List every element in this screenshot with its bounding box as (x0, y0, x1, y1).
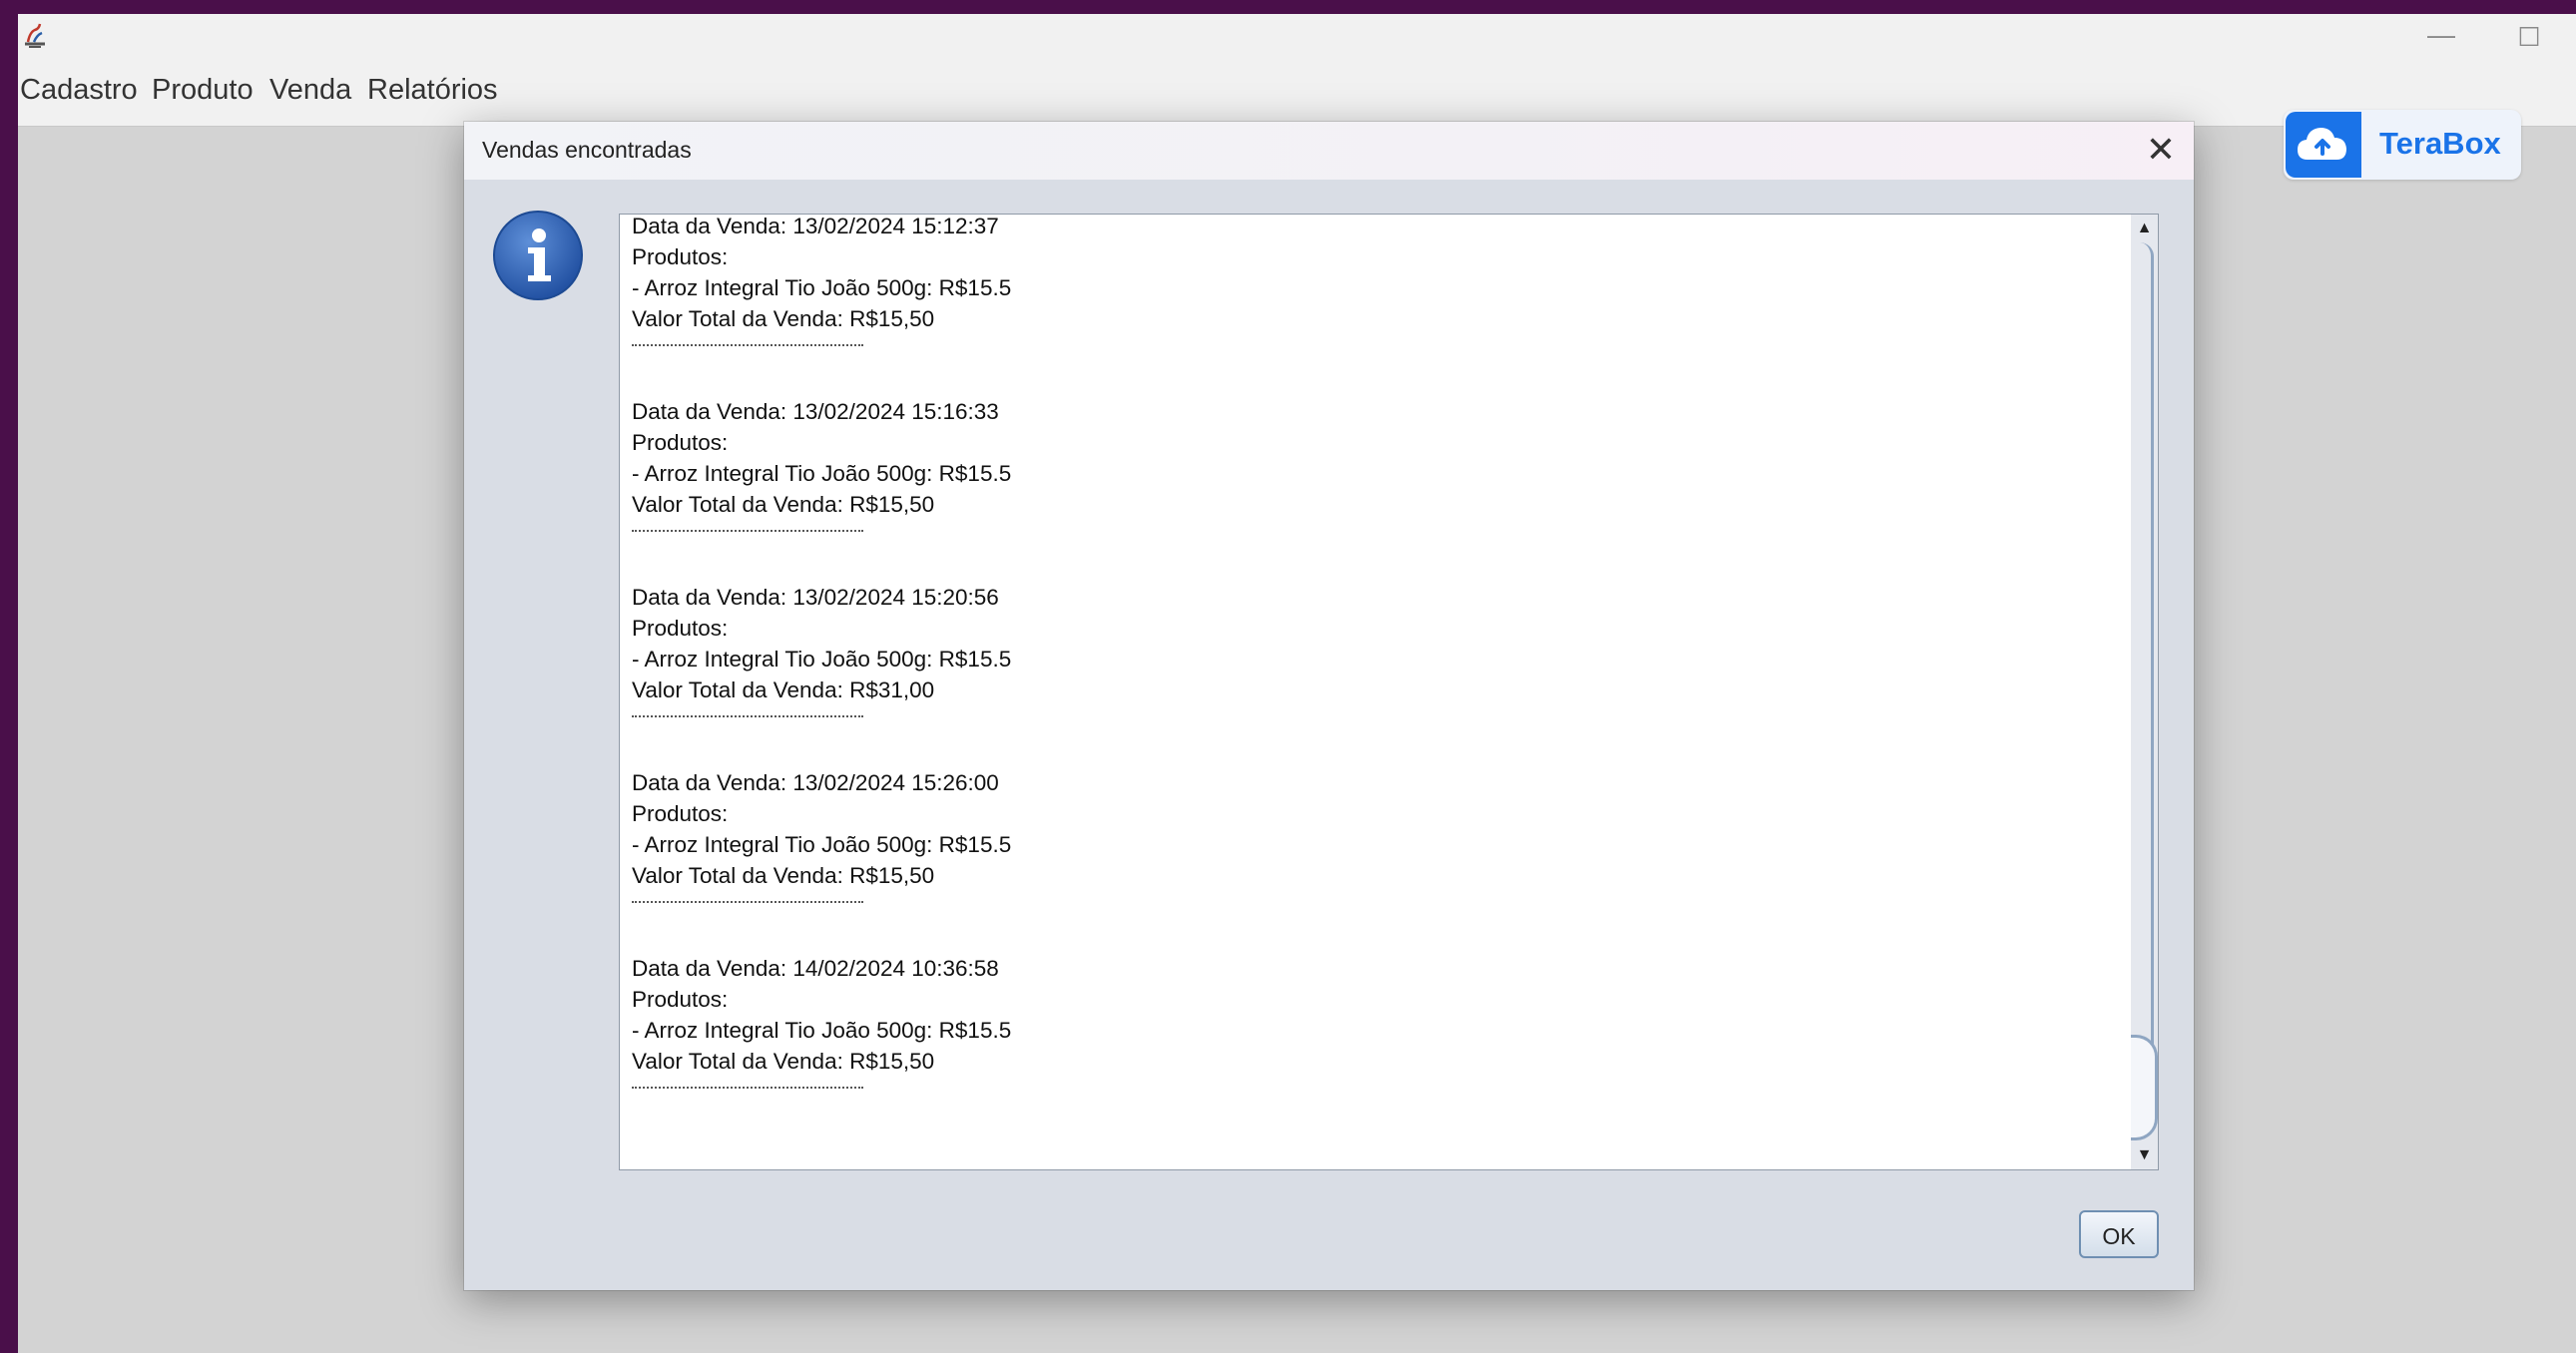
sale-product-item: - Arroz Integral Tio João 500g: R$15.5 (632, 461, 1012, 486)
sales-text-area[interactable]: Data da Venda: 13/02/2024 15:12:37 Produ… (619, 214, 2133, 1170)
scrollbar-track[interactable] (2133, 242, 2154, 1111)
sale-entry-4: Data da Venda: 13/02/2024 15:26:00 Produ… (632, 767, 1011, 903)
sale-total: Valor Total da Venda: R$15,50 (632, 1049, 935, 1074)
ok-button[interactable]: OK (2079, 1210, 2159, 1258)
menu-produto[interactable]: Produto (152, 74, 254, 107)
sale-entry-1: Data da Venda: 13/02/2024 15:12:37 Produ… (632, 214, 1012, 346)
main-window: — ☐ Cadastro Produto Venda Relatórios Te… (18, 14, 2576, 1353)
sale-entry-5: Data da Venda: 14/02/2024 10:36:58 Produ… (632, 953, 1011, 1089)
sale-separator (632, 530, 863, 532)
sale-products-label: Produtos: (632, 616, 729, 641)
sale-products-label: Produtos: (632, 987, 729, 1012)
vertical-scrollbar[interactable]: ▲ ▼ (2131, 214, 2159, 1170)
menu-venda[interactable]: Venda (269, 74, 351, 107)
sale-separator (632, 901, 863, 903)
sale-date: Data da Venda: 13/02/2024 15:16:33 (632, 399, 999, 424)
info-icon (493, 211, 583, 300)
sale-separator (632, 1087, 863, 1089)
sale-product-item: - Arroz Integral Tio João 500g: R$15.5 (632, 647, 1012, 672)
sale-products-label: Produtos: (632, 801, 729, 826)
scrollbar-thumb[interactable] (2131, 1035, 2158, 1140)
sales-dialog: Vendas encontradas ✕ Data da Venda: 13/0… (464, 122, 2194, 1290)
sale-date: Data da Venda: 13/02/2024 15:12:37 (632, 214, 999, 238)
close-icon[interactable]: ✕ (2139, 128, 2183, 172)
menu-relatorios[interactable]: Relatórios (367, 74, 498, 107)
dialog-title: Vendas encontradas (482, 137, 692, 163)
cloud-upload-icon (2298, 128, 2346, 160)
window-titlebar[interactable]: — ☐ (18, 14, 2576, 62)
sale-entry-2: Data da Venda: 13/02/2024 15:16:33 Produ… (632, 396, 1011, 532)
scroll-up-arrow-icon[interactable]: ▲ (2131, 215, 2158, 240)
menubar: Cadastro Produto Venda Relatórios (18, 62, 2576, 127)
sale-separator (632, 715, 863, 717)
menu-cadastro[interactable]: Cadastro (20, 74, 138, 107)
sale-entry-3: Data da Venda: 13/02/2024 15:20:56 Produ… (632, 582, 1011, 717)
sale-product-item: - Arroz Integral Tio João 500g: R$15.5 (632, 275, 1012, 300)
sale-separator (632, 344, 863, 346)
sale-total: Valor Total da Venda: R$15,50 (632, 306, 935, 331)
java-app-icon (25, 23, 45, 48)
maximize-button[interactable]: ☐ (2509, 22, 2549, 52)
minimize-button[interactable]: — (2421, 21, 2461, 52)
sale-total: Valor Total da Venda: R$31,00 (632, 677, 935, 702)
sale-products-label: Produtos: (632, 430, 729, 455)
terabox-label: TeraBox (2379, 126, 2501, 161)
scroll-down-arrow-icon[interactable]: ▼ (2131, 1143, 2158, 1169)
terabox-button[interactable]: TeraBox (2284, 110, 2521, 180)
sale-product-item: - Arroz Integral Tio João 500g: R$15.5 (632, 1018, 1012, 1043)
sale-date: Data da Venda: 13/02/2024 15:26:00 (632, 770, 999, 795)
sale-date: Data da Venda: 13/02/2024 15:20:56 (632, 585, 999, 610)
sale-total: Valor Total da Venda: R$15,50 (632, 863, 935, 888)
dialog-titlebar[interactable]: Vendas encontradas ✕ (464, 122, 2194, 180)
sale-date: Data da Venda: 14/02/2024 10:36:58 (632, 956, 999, 981)
terabox-logo (2286, 112, 2361, 178)
sale-total: Valor Total da Venda: R$15,50 (632, 492, 935, 517)
sale-product-item: - Arroz Integral Tio João 500g: R$15.5 (632, 832, 1012, 857)
sale-products-label: Produtos: (632, 244, 729, 269)
